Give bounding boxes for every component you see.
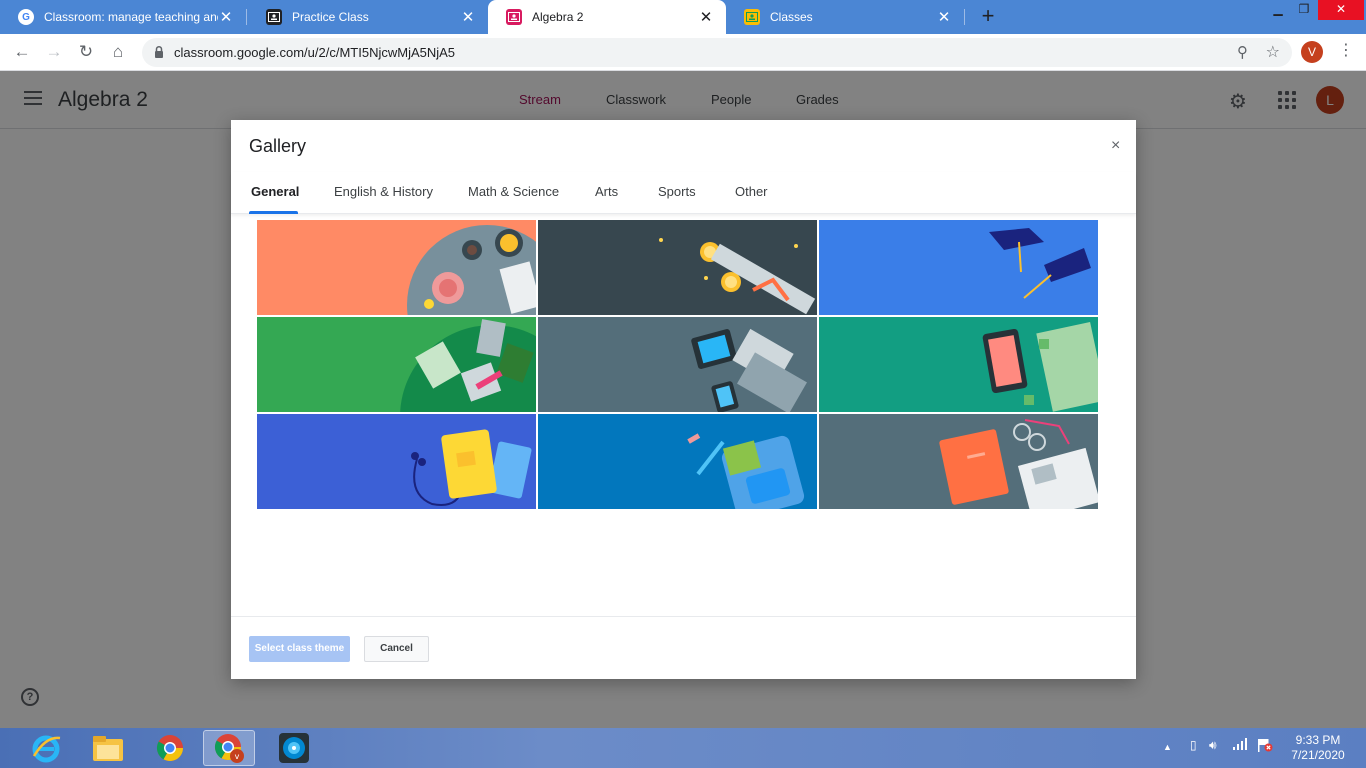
theme-tile-laptop[interactable] [538,317,817,412]
close-tab-icon[interactable]: ✕ [460,8,476,26]
gallery-dialog: Gallery × General English & History Math… [231,120,1136,679]
close-window-icon[interactable]: ✕ [1318,0,1364,20]
chrome-profile-window-icon[interactable]: v [203,730,255,766]
chrome-icon[interactable] [144,730,196,766]
forward-arrow-icon[interactable]: → [42,40,66,64]
active-tab-indicator [249,211,298,214]
clock-date: 7/21/2020 [1291,748,1345,762]
new-tab-button[interactable]: + [976,4,1000,28]
lock-icon [155,45,163,58]
browser-tab-classes[interactable]: Classes ✕ [726,0,965,34]
close-tab-icon[interactable]: ✕ [936,8,952,26]
close-dialog-icon[interactable]: × [1111,137,1120,155]
classroom-icon [266,9,282,25]
address-bar[interactable]: classroom.google.com/u/2/c/MTI5NjcwMjA5N… [142,38,1292,67]
theme-tile-diploma[interactable] [538,220,817,315]
svg-text:v: v [235,752,240,761]
theme-tile-graduation-caps[interactable] [819,220,1098,315]
internet-explorer-icon[interactable] [20,730,72,766]
tab-math-science[interactable]: Math & Science [468,184,559,199]
tab-sports[interactable]: Sports [658,184,696,199]
tab-title: Algebra 2 [532,10,584,24]
browser-profile-avatar[interactable]: V [1301,41,1323,63]
clock-time: 9:33 PM [1295,733,1341,747]
theme-tile-book-headphones[interactable] [257,414,536,509]
theme-tile-backpack[interactable] [538,414,817,509]
browser-tab-algebra-2[interactable]: Algebra 2 ✕ [488,0,726,34]
browser-toolbar: ← → ↻ ⌂ classroom.google.com/u/2/c/MTI5N… [0,34,1366,71]
browser-tab-practice-class[interactable]: Practice Class ✕ [248,0,488,34]
tab-separator [964,9,965,25]
home-icon[interactable]: ⌂ [106,40,130,64]
tab-title: Classroom: manage teaching and [44,10,218,24]
tab-other[interactable]: Other [735,184,768,199]
browser-tab-strip: G Classroom: manage teaching and ✕ Pract… [0,0,1366,34]
select-class-theme-button[interactable]: Select class theme [249,636,350,662]
gallery-category-tabs: General English & History Math & Science… [231,172,1136,214]
theme-tile-notebooks[interactable] [257,317,536,412]
network-signal-icon[interactable] [1233,738,1247,753]
tab-arts[interactable]: Arts [595,184,618,199]
bookmark-star-icon[interactable]: ☆ [1266,42,1280,62]
theme-tile-phone-charts[interactable] [819,317,1098,412]
battery-icon[interactable]: ▯ [1190,738,1197,752]
windows-taskbar: v ▲ ▯ 🔊︎ 9:33 PM 7/21/2020 [0,728,1366,768]
zoom-icon[interactable]: ⚲ [1237,43,1248,61]
classroom-pink-icon [506,9,522,25]
classroom-icon [744,9,760,25]
tab-title: Classes [770,10,813,24]
show-hidden-icons-icon[interactable]: ▲ [1163,742,1172,752]
tab-separator [246,9,247,25]
action-center-flag-icon[interactable] [1257,738,1273,755]
cancel-button[interactable]: Cancel [364,636,429,662]
back-arrow-icon[interactable]: ← [10,40,34,64]
tab-general[interactable]: General [251,184,299,199]
theme-grid [257,220,1099,510]
google-g-icon: G [18,9,34,25]
tab-title: Practice Class [292,10,369,24]
tab-english-history[interactable]: English & History [334,184,433,199]
browser-tab-classroom-info[interactable]: G Classroom: manage teaching and ✕ [0,0,247,34]
file-explorer-icon[interactable] [82,730,134,766]
url-text: classroom.google.com/u/2/c/MTI5NjcwMjA5N… [174,45,456,60]
reload-icon[interactable]: ↻ [74,40,98,64]
browser-menu-icon[interactable]: ⋮ [1338,40,1354,62]
dialog-footer: Select class theme Cancel [231,616,1136,679]
volume-icon[interactable]: 🔊︎ [1209,738,1217,753]
media-app-icon[interactable] [268,730,320,766]
theme-tile-newspaper-book[interactable] [819,414,1098,509]
theme-tile-coffee-desk[interactable] [257,220,536,315]
dialog-title: Gallery [249,136,307,156]
system-clock[interactable]: 9:33 PM 7/21/2020 [1288,733,1348,763]
close-tab-icon[interactable]: ✕ [698,8,714,26]
close-tab-icon[interactable]: ✕ [218,8,234,26]
